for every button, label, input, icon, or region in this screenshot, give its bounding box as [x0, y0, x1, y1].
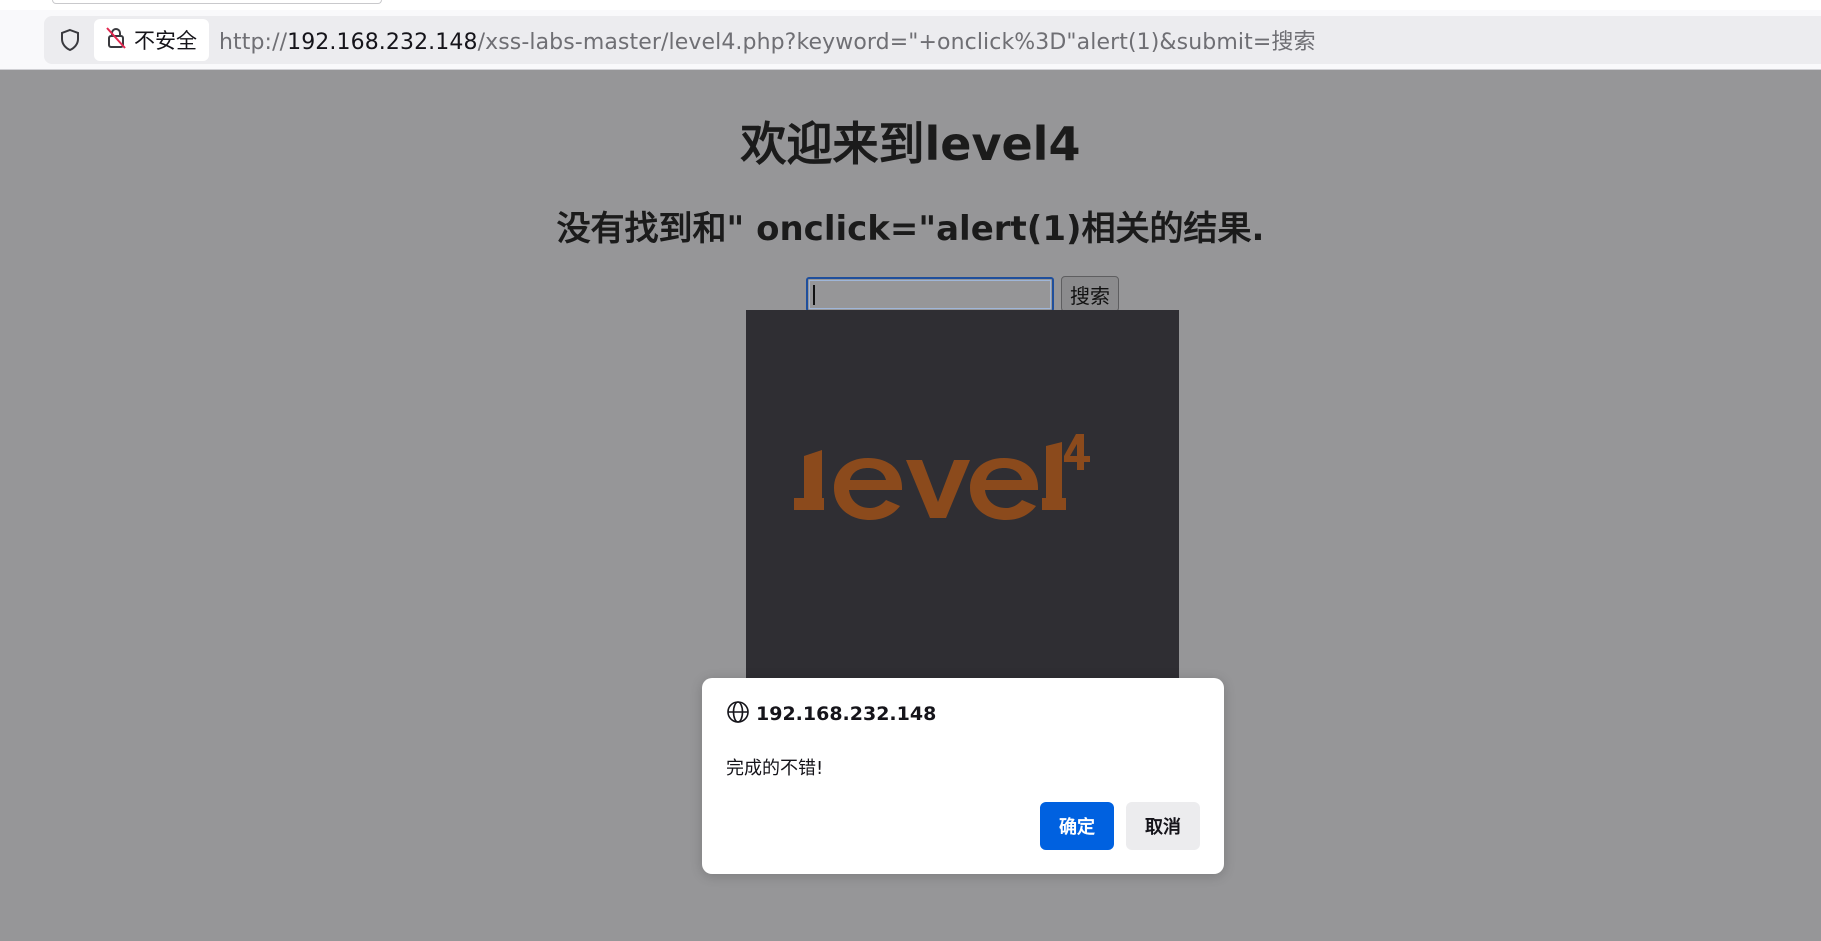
cancel-button[interactable]: 取消: [1126, 802, 1200, 850]
navigation-toolbar: 不安全 http://192.168.232.148/xss-labs-mast…: [0, 10, 1821, 70]
dialog-header: 192.168.232.148: [726, 700, 936, 728]
text-caret: [813, 284, 815, 305]
alert-dialog: 192.168.232.148 完成的不错! 确定 取消: [702, 678, 1224, 874]
insecure-lock-icon: [104, 25, 128, 56]
tracking-protection-shield-icon[interactable]: [50, 20, 90, 60]
browser-chrome: 不安全 http://192.168.232.148/xss-labs-mast…: [0, 0, 1821, 70]
ok-button[interactable]: 确定: [1040, 802, 1114, 850]
address-bar[interactable]: 不安全 http://192.168.232.148/xss-labs-mast…: [44, 16, 1821, 64]
url-host: 192.168.232.148: [287, 30, 478, 55]
search-button[interactable]: 搜索: [1061, 276, 1119, 312]
active-tab[interactable]: [52, 0, 382, 4]
search-input[interactable]: [806, 276, 1054, 312]
page-title: 欢迎来到level4: [740, 117, 1081, 171]
search-result-message: 没有找到和" onclick="alert(1)相关的结果.: [556, 209, 1265, 249]
globe-icon: [726, 700, 750, 728]
dialog-origin: 192.168.232.148: [756, 703, 937, 725]
site-security-indicator[interactable]: 不安全: [94, 19, 209, 61]
dialog-buttons: 确定 取消: [1040, 802, 1200, 850]
url-path: /xss-labs-master/level4.php?keyword="+on…: [477, 30, 1316, 55]
level-image: [746, 310, 1179, 680]
level4-logo: [794, 434, 1090, 520]
url-text[interactable]: http://192.168.232.148/xss-labs-master/l…: [219, 24, 1316, 56]
search-form: 搜索: [806, 276, 1119, 312]
dialog-message: 完成的不错!: [726, 758, 824, 779]
security-label: 不安全: [134, 29, 197, 53]
url-scheme: http://: [219, 30, 288, 55]
